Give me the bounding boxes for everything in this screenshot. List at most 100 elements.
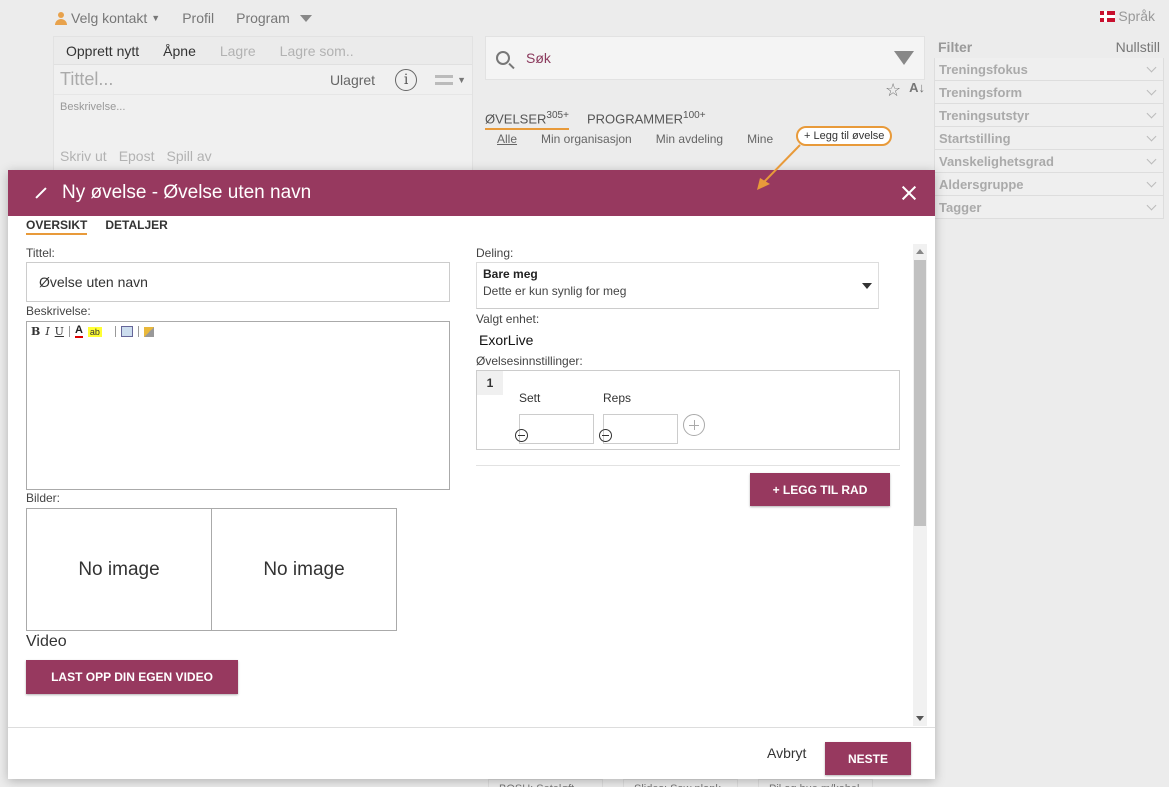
image-slot[interactable]: No image [211, 508, 397, 631]
reset-filter-button[interactable]: Nullstill [1116, 39, 1160, 55]
sub-tab-organization[interactable]: Min organisasjon [541, 132, 632, 146]
browser-tools: ☆ A↓ [885, 80, 925, 101]
sharing-label: Deling: [476, 246, 514, 260]
contact-menu[interactable]: Velg kontakt ▼ [55, 10, 160, 26]
dropdown-caret-icon [862, 283, 872, 289]
description-editor[interactable]: B I U A ab [26, 321, 450, 490]
add-row-button[interactable]: + LEGG TIL RAD [750, 473, 890, 506]
filter-item-age-group[interactable]: Aldersgruppe [934, 173, 1164, 196]
sub-tab-department[interactable]: Min avdeling [656, 132, 723, 146]
editor-toolbar: Opprett nytt Åpne Lagre Lagre som.. [54, 37, 472, 65]
filter-item-label: Vanskelighetsgrad [939, 153, 1054, 169]
bold-button[interactable]: B [31, 325, 40, 338]
sets-label: Sett [519, 391, 541, 405]
exercise-card[interactable]: Pil og bue m/kabel [758, 779, 873, 787]
title-field[interactable]: Øvelse uten navn [26, 262, 450, 302]
tab-exercises-count: 305+ [546, 110, 569, 121]
remove-sets-icon[interactable] [515, 429, 528, 442]
add-exercise-callout[interactable]: + Legg til øvelse [796, 126, 893, 146]
chevron-down-icon [1146, 154, 1157, 165]
search-icon [496, 51, 510, 65]
chevron-down-icon [1146, 200, 1157, 211]
tab-exercises[interactable]: ØVELSER305+ [485, 110, 569, 131]
list-view-icon[interactable] [435, 74, 454, 85]
insert-image-icon[interactable] [120, 326, 133, 337]
upload-video-button[interactable]: LAST OPP DIN EGEN VIDEO [26, 660, 238, 694]
filter-header: Filter Nullstill [934, 36, 1164, 58]
close-icon[interactable] [899, 183, 919, 203]
language-selector[interactable]: Språk [1100, 8, 1155, 24]
remove-reps-icon[interactable] [599, 429, 612, 442]
sets-input[interactable] [519, 414, 594, 444]
italic-button[interactable]: I [45, 325, 49, 338]
filter-panel: Filter Nullstill Treningsfokus Treningsf… [934, 36, 1164, 219]
print-button[interactable]: Skriv ut [60, 148, 107, 164]
info-icon[interactable]: i [395, 68, 418, 91]
caret-down-icon [299, 14, 312, 22]
filter-item-training-form[interactable]: Treningsform [934, 81, 1164, 104]
caret-down-icon[interactable]: ▼ [457, 75, 466, 85]
caret-down-icon: ▼ [151, 13, 161, 23]
clear-format-icon[interactable] [143, 326, 154, 337]
highlight-icon[interactable]: ab [87, 326, 102, 337]
tab-exercises-label: ØVELSER [485, 111, 547, 127]
tab-programs-label: PROGRAMMER [586, 111, 684, 127]
filter-item-training-focus[interactable]: Treningsfokus [934, 58, 1164, 81]
exercise-card[interactable]: Slides: Saw plank [623, 779, 738, 787]
exercise-card[interactable]: BOSU: Seteløft m/... [488, 779, 603, 787]
underline-button[interactable]: U [55, 325, 64, 338]
image-slot[interactable]: No image [26, 508, 212, 631]
cancel-button[interactable]: Avbryt [767, 745, 806, 761]
next-button[interactable]: NESTE [825, 742, 911, 775]
user-icon [55, 11, 67, 25]
pencil-icon [35, 187, 47, 199]
dialog-title: Ny øvelse - Øvelse uten navn [62, 182, 312, 203]
text-color-icon[interactable]: A [74, 325, 83, 338]
email-button[interactable]: Epost [119, 148, 155, 164]
favorite-star-icon[interactable]: ☆ [885, 80, 901, 101]
dialog-header: Ny øvelse - Øvelse uten navn [8, 170, 935, 216]
scroll-thumb[interactable] [914, 260, 926, 526]
new-exercise-dialog: Ny øvelse - Øvelse uten navn OVERSIKT DE… [8, 170, 935, 779]
unit-label: Valgt enhet: [476, 312, 540, 326]
sharing-select[interactable]: Bare meg Dette er kun synlig for meg [476, 262, 879, 309]
filter-icon[interactable] [894, 51, 914, 65]
filter-item-tags[interactable]: Tagger [934, 196, 1164, 219]
filter-item-label: Treningsform [939, 84, 1023, 100]
filter-item-label: Aldersgruppe [939, 176, 1024, 192]
search-input[interactable]: Søk [526, 50, 894, 66]
sub-tab-all[interactable]: Alle [497, 132, 517, 146]
open-button[interactable]: Åpne [163, 43, 196, 59]
reps-input[interactable] [603, 414, 678, 444]
sub-tab-mine[interactable]: Mine [747, 132, 773, 146]
tab-overview[interactable]: OVERSIKT [26, 218, 88, 235]
scroll-up-arrow-icon[interactable] [916, 249, 924, 254]
scroll-down-arrow-icon[interactable] [916, 716, 924, 721]
filter-item-label: Tagger [939, 199, 982, 215]
unit-value: ExorLive [479, 332, 534, 348]
chevron-down-icon [1146, 85, 1157, 96]
create-new-button[interactable]: Opprett nytt [66, 43, 139, 59]
norway-flag-icon [1100, 10, 1116, 22]
save-as-button[interactable]: Lagre som.. [280, 43, 354, 59]
play-button[interactable]: Spill av [167, 148, 212, 164]
save-button[interactable]: Lagre [220, 43, 256, 59]
tab-programs[interactable]: PROGRAMMER100+ [587, 110, 706, 130]
toolbar-divider [68, 326, 70, 337]
program-description-input[interactable]: Beskrivelse... [54, 95, 472, 140]
filter-item-start-position[interactable]: Startstilling [934, 127, 1164, 150]
sort-icon[interactable]: A↓ [909, 80, 925, 101]
program-menu[interactable]: Program [236, 10, 312, 26]
add-column-icon[interactable] [683, 414, 705, 436]
chevron-down-icon [1146, 131, 1157, 142]
search-bar[interactable]: Søk [485, 36, 925, 80]
filter-item-label: Treningsfokus [939, 61, 1028, 77]
profile-menu[interactable]: Profil [182, 10, 214, 26]
filter-item-equipment[interactable]: Treningsutstyr [934, 104, 1164, 127]
filter-item-difficulty[interactable]: Vanskelighetsgrad [934, 150, 1164, 173]
tab-details[interactable]: DETALJER [105, 218, 167, 235]
program-title-input[interactable]: Tittel... [60, 69, 330, 90]
reps-label: Reps [603, 391, 632, 405]
video-label: Video [26, 633, 67, 650]
dialog-scrollbar[interactable] [913, 244, 927, 726]
